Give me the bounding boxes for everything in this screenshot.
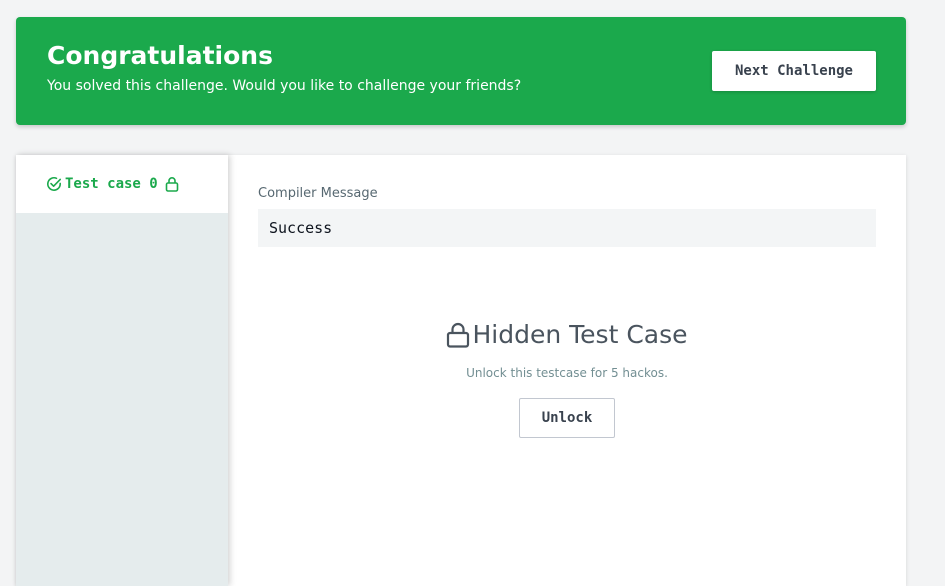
unlock-button[interactable]: Unlock xyxy=(519,398,615,438)
compiler-message-box: Success xyxy=(258,209,876,247)
test-case-content: Compiler Message Success Hidden Test Cas… xyxy=(258,155,876,586)
compiler-message-label: Compiler Message xyxy=(258,186,378,201)
banner-title: Congratulations xyxy=(47,41,273,70)
lock-icon xyxy=(447,322,470,348)
next-challenge-button[interactable]: Next Challenge xyxy=(712,51,876,91)
hidden-test-case-heading: Hidden Test Case xyxy=(258,320,876,349)
tab-test-case-0[interactable]: Test case 0 xyxy=(16,155,228,213)
test-case-sidebar: Test case 0 xyxy=(16,155,228,586)
success-banner: Congratulations You solved this challeng… xyxy=(16,17,906,125)
hidden-test-case-description: Unlock this testcase for 5 hackos. xyxy=(466,366,668,380)
hidden-test-case-title: Hidden Test Case xyxy=(472,320,688,349)
lock-icon xyxy=(165,177,179,192)
test-case-label: Test case 0 xyxy=(65,176,158,192)
check-circle-icon xyxy=(47,177,61,191)
results-panel: Test case 0 Compiler Message Success Hid… xyxy=(16,155,906,586)
banner-subtitle: You solved this challenge. Would you lik… xyxy=(47,78,522,94)
compiler-message-value: Success xyxy=(269,219,333,237)
